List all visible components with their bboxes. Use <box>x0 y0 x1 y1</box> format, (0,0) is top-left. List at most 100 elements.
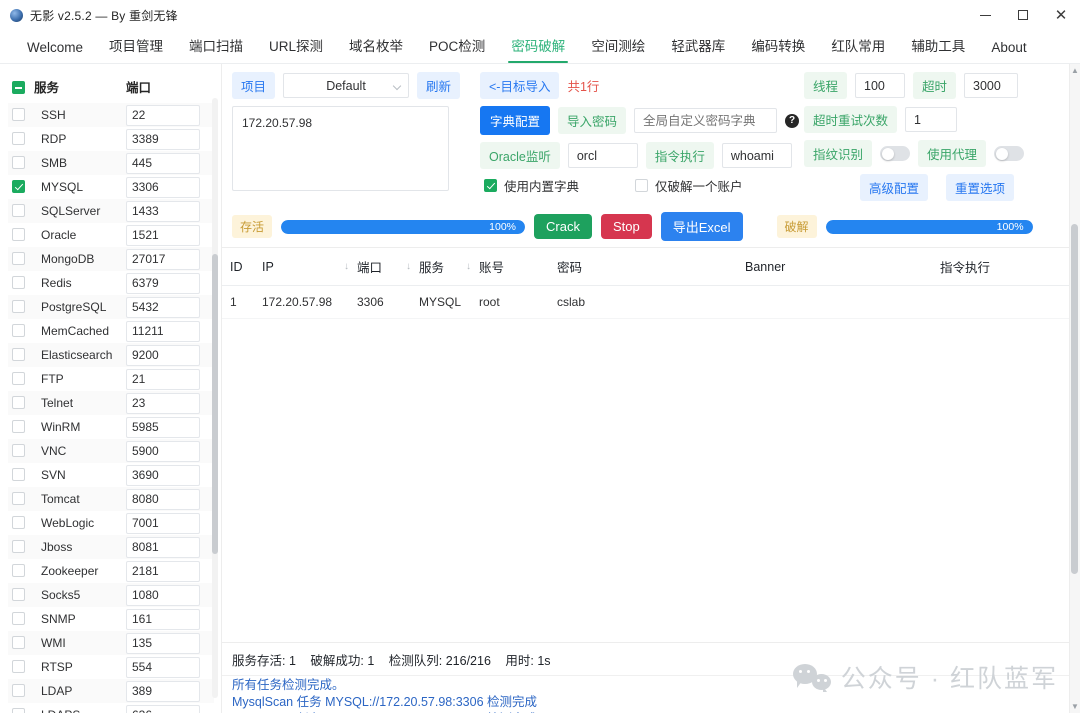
service-port-input[interactable]: 22 <box>126 105 200 126</box>
service-checkbox[interactable] <box>12 516 25 529</box>
service-port-input[interactable]: 21 <box>126 369 200 390</box>
tab-light-armory[interactable]: 轻武器库 <box>658 35 738 63</box>
col-account[interactable]: 账号 <box>471 248 549 286</box>
service-port-input[interactable]: 5432 <box>126 297 200 318</box>
service-row[interactable]: WinRM5985 <box>8 415 214 439</box>
dict-config-button[interactable]: 字典配置 <box>480 106 550 135</box>
single-account-option[interactable]: 仅破解一个账户 <box>631 176 743 195</box>
service-checkbox[interactable] <box>12 156 25 169</box>
service-checkbox[interactable] <box>12 108 25 121</box>
service-port-input[interactable]: 445 <box>126 153 200 174</box>
service-row[interactable]: Tomcat8080 <box>8 487 214 511</box>
col-banner[interactable]: Banner <box>737 248 932 286</box>
service-row[interactable]: Oracle1521 <box>8 223 214 247</box>
tab-redteam-common[interactable]: 红队常用 <box>818 35 898 63</box>
sort-icon[interactable]: ↓ <box>406 261 411 272</box>
reset-options-button[interactable]: 重置选项 <box>946 174 1014 201</box>
service-checkbox[interactable] <box>12 348 25 361</box>
service-port-input[interactable]: 161 <box>126 609 200 630</box>
service-row[interactable]: MongoDB27017 <box>8 247 214 271</box>
scroll-up-arrow-icon[interactable]: ▲ <box>1071 67 1078 74</box>
service-checkbox[interactable] <box>12 612 25 625</box>
service-port-input[interactable]: 23 <box>126 393 200 414</box>
tab-url-probe[interactable]: URL探测 <box>256 35 336 63</box>
service-row[interactable]: SVN3690 <box>8 463 214 487</box>
main-scrollbar-thumb[interactable] <box>1071 224 1078 574</box>
select-all-checkbox[interactable] <box>12 81 25 94</box>
service-checkbox[interactable] <box>12 420 25 433</box>
threads-input[interactable] <box>855 73 905 98</box>
advanced-config-button[interactable]: 高级配置 <box>860 174 928 201</box>
service-checkbox[interactable] <box>12 396 25 409</box>
log-panel[interactable]: 所有任务检测完成。 MysqlScan 任务 MYSQL://172.20.57… <box>222 675 1080 713</box>
main-scrollbar-track[interactable]: ▲ ▼ <box>1069 64 1080 713</box>
tab-port-scan[interactable]: 端口扫描 <box>176 35 256 63</box>
service-checkbox[interactable] <box>12 468 25 481</box>
service-row[interactable]: SMB445 <box>8 151 214 175</box>
tab-project[interactable]: 项目管理 <box>96 35 176 63</box>
oracle-listener-input[interactable] <box>568 143 638 168</box>
service-port-input[interactable]: 554 <box>126 657 200 678</box>
fingerprint-toggle[interactable] <box>880 146 910 161</box>
use-builtin-dict-option[interactable]: 使用内置字典 <box>480 176 579 195</box>
service-row[interactable]: Socks51080 <box>8 583 214 607</box>
service-checkbox[interactable] <box>12 492 25 505</box>
service-port-input[interactable]: 636 <box>126 705 200 713</box>
service-port-input[interactable]: 6379 <box>126 273 200 294</box>
col-password[interactable]: 密码 <box>549 248 737 286</box>
retry-input[interactable] <box>905 107 957 132</box>
service-checkbox[interactable] <box>12 540 25 553</box>
use-builtin-dict-checkbox[interactable] <box>484 179 497 192</box>
service-port-input[interactable]: 3690 <box>126 465 200 486</box>
service-port-input[interactable]: 1433 <box>126 201 200 222</box>
service-row[interactable]: VNC5900 <box>8 439 214 463</box>
sort-icon[interactable]: ↓ <box>344 261 349 272</box>
service-row[interactable]: Jboss8081 <box>8 535 214 559</box>
service-checkbox[interactable] <box>12 372 25 385</box>
service-port-input[interactable]: 135 <box>126 633 200 654</box>
service-checkbox[interactable] <box>12 276 25 289</box>
col-service[interactable]: 服务↓ <box>411 248 471 286</box>
service-row[interactable]: MemCached11211 <box>8 319 214 343</box>
service-row[interactable]: WebLogic7001 <box>8 511 214 535</box>
service-row[interactable]: FTP21 <box>8 367 214 391</box>
tab-space-mapping[interactable]: 空间测绘 <box>578 35 658 63</box>
service-checkbox[interactable] <box>12 252 25 265</box>
timeout-input[interactable] <box>964 73 1018 98</box>
command-exec-input[interactable] <box>722 143 792 168</box>
service-port-input[interactable]: 5985 <box>126 417 200 438</box>
import-target-button[interactable]: <-目标导入 <box>480 72 559 99</box>
service-port-input[interactable]: 1521 <box>126 225 200 246</box>
service-checkbox[interactable] <box>12 180 25 193</box>
service-port-input[interactable]: 27017 <box>126 249 200 270</box>
service-port-input[interactable]: 9200 <box>126 345 200 366</box>
service-port-input[interactable]: 8080 <box>126 489 200 510</box>
service-checkbox[interactable] <box>12 684 25 697</box>
service-port-input[interactable]: 11211 <box>126 321 200 342</box>
custom-dict-input[interactable] <box>634 108 777 133</box>
col-ip[interactable]: IP↓ <box>254 248 349 286</box>
minimize-button[interactable] <box>966 0 1004 30</box>
service-row[interactable]: PostgreSQL5432 <box>8 295 214 319</box>
col-id[interactable]: ID <box>222 248 254 286</box>
service-port-input[interactable]: 7001 <box>126 513 200 534</box>
service-port-input[interactable]: 1080 <box>126 585 200 606</box>
import-password-button[interactable]: 导入密码 <box>558 107 626 134</box>
service-row[interactable]: LDAP389 <box>8 679 214 703</box>
service-port-input[interactable]: 389 <box>126 681 200 702</box>
tab-about[interactable]: About <box>978 40 1039 63</box>
service-checkbox[interactable] <box>12 300 25 313</box>
service-checkbox[interactable] <box>12 324 25 337</box>
help-icon[interactable]: ? <box>785 114 799 128</box>
service-row[interactable]: Telnet23 <box>8 391 214 415</box>
service-checkbox[interactable] <box>12 444 25 457</box>
scroll-down-arrow-icon[interactable]: ▼ <box>1071 703 1078 710</box>
target-input[interactable] <box>232 106 449 191</box>
tab-aux-tools[interactable]: 辅助工具 <box>898 35 978 63</box>
crack-button[interactable]: Crack <box>534 214 592 239</box>
service-checkbox[interactable] <box>12 588 25 601</box>
tab-welcome[interactable]: Welcome <box>14 40 96 63</box>
tab-password-crack[interactable]: 密码破解 <box>498 35 578 63</box>
service-checkbox[interactable] <box>12 708 25 713</box>
tab-domain-enum[interactable]: 域名枚举 <box>336 35 416 63</box>
